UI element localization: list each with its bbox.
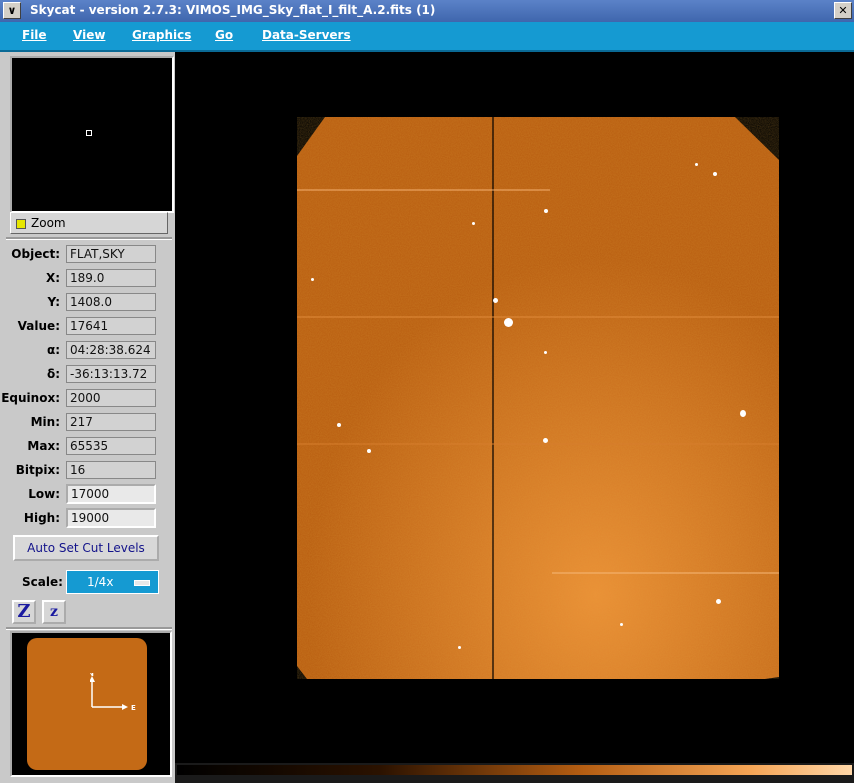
star [311, 278, 314, 281]
divider [6, 627, 172, 630]
equinox-label: Equinox: [1, 391, 60, 405]
zoom-in-button[interactable]: Z [12, 600, 36, 624]
compass-north-label: N [90, 673, 94, 678]
menu-file[interactable]: File [22, 28, 47, 42]
star [716, 599, 721, 604]
object-value: FLAT,SKY [66, 245, 156, 263]
y-value: 1408.0 [66, 293, 156, 311]
star [544, 209, 548, 213]
zoom-indicator-icon [16, 219, 26, 229]
menu-go[interactable]: Go [215, 28, 233, 42]
max-label: Max: [27, 439, 60, 453]
bitpix-value: 16 [66, 461, 156, 479]
bitpix-label: Bitpix: [15, 463, 60, 477]
compass-east-label: E [131, 704, 136, 712]
low-cut-input[interactable]: 17000 [66, 484, 156, 504]
fits-image [297, 117, 779, 679]
value-label: Value: [17, 319, 60, 333]
dropdown-indicator-icon [134, 580, 150, 586]
title-bar: ∨ Skycat - version 2.7.3: VIMOS_IMG_Sky_… [0, 0, 854, 22]
max-value: 65535 [66, 437, 156, 455]
min-label: Min: [30, 415, 60, 429]
star [543, 438, 548, 443]
min-value: 217 [66, 413, 156, 431]
scale-select[interactable]: 1/4x [66, 570, 159, 594]
star [337, 423, 341, 427]
star [472, 222, 475, 225]
y-label: Y: [47, 295, 60, 309]
compass-icon: N E [90, 673, 136, 712]
star [367, 449, 371, 453]
scale-label: Scale: [22, 575, 63, 589]
window-menu-button[interactable]: ∨ [3, 2, 21, 19]
star [620, 623, 623, 626]
ra-label: α: [46, 343, 60, 357]
pan-marker[interactable] [86, 130, 92, 136]
pan-window[interactable] [10, 56, 174, 213]
ra-value: 04:28:38.624 [66, 341, 156, 359]
zoom-toggle[interactable]: Zoom [10, 212, 168, 234]
x-value: 189.0 [66, 269, 156, 287]
zoom-label: Zoom [31, 216, 66, 230]
menu-bar: File View Graphics Go Data-Servers [0, 22, 854, 52]
star [740, 410, 746, 417]
high-cut-input[interactable]: 19000 [66, 508, 156, 528]
x-label: X: [45, 271, 60, 285]
equinox-value: 2000 [66, 389, 156, 407]
auto-set-cut-levels-button[interactable]: Auto Set Cut Levels [13, 535, 159, 561]
star [493, 298, 498, 303]
window-title: Skycat - version 2.7.3: VIMOS_IMG_Sky_fl… [30, 3, 436, 17]
menu-data-servers[interactable]: Data-Servers [262, 28, 351, 42]
colorbar[interactable] [175, 763, 854, 783]
menu-graphics[interactable]: Graphics [132, 28, 191, 42]
low-label: Low: [28, 487, 60, 501]
menu-view[interactable]: View [73, 28, 105, 42]
pixel-value: 17641 [66, 317, 156, 335]
star [695, 163, 698, 166]
colorbar-gradient [177, 765, 852, 775]
image-display[interactable] [175, 52, 854, 763]
scale-value: 1/4x [87, 575, 114, 589]
star [713, 172, 717, 176]
star [544, 351, 547, 354]
thumbnail-window[interactable]: N E [10, 631, 172, 777]
object-label: Object: [11, 247, 60, 261]
high-label: High: [23, 511, 60, 525]
star [504, 318, 513, 327]
close-button[interactable]: ✕ [834, 2, 852, 19]
dec-label: δ: [46, 367, 60, 381]
zoom-out-button[interactable]: z [42, 600, 66, 624]
star [458, 646, 461, 649]
dec-value: -36:13:13.72 [66, 365, 156, 383]
divider [6, 237, 172, 240]
